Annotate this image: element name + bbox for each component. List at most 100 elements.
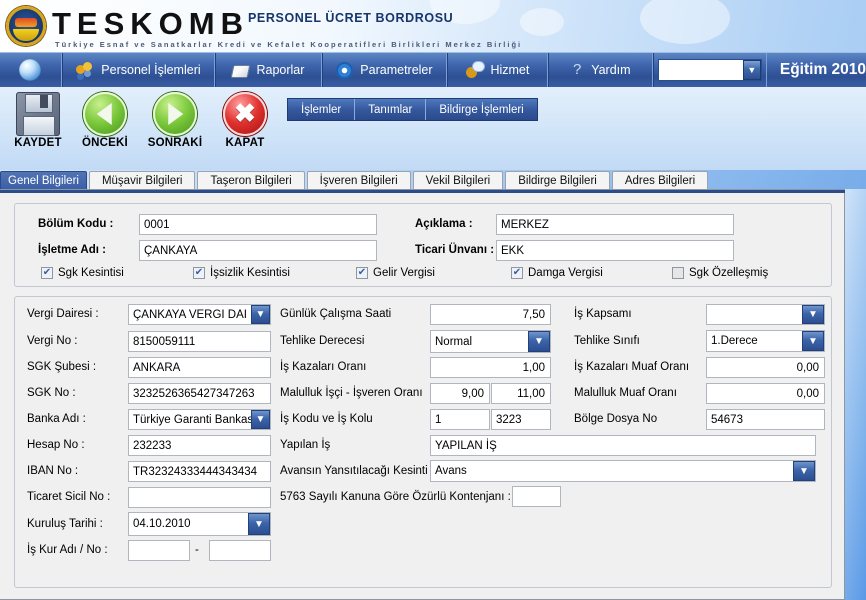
- is-kazalari-orani-input[interactable]: 1,00: [430, 357, 551, 378]
- chevron-down-icon[interactable]: ▼: [802, 331, 824, 351]
- avans-kesinti-select[interactable]: Avans ▼: [430, 460, 816, 482]
- malulluk-isveren-input[interactable]: 11,00: [491, 383, 551, 404]
- checkbox-sgk-kesintisi[interactable]: ✔ Sgk Kesintisi: [41, 267, 124, 279]
- sgk-subesi-input[interactable]: ANKARA: [128, 357, 271, 378]
- chevron-down-icon[interactable]: ▼: [742, 60, 761, 80]
- masthead: TESKOMB Türkiye Esnaf ve Sanatkarlar Kre…: [0, 0, 866, 52]
- tab-genel-bilgileri[interactable]: Genel Bilgileri: [0, 171, 87, 190]
- subtab-bildirge-islemleri[interactable]: Bildirge İşlemleri: [426, 99, 536, 120]
- tab-isveren-bilgileri[interactable]: İşveren Bilgileri: [306, 171, 411, 190]
- is-kodu-input[interactable]: 1: [430, 409, 490, 430]
- banka-adi-select[interactable]: Türkiye Garanti Bankası ▼: [128, 409, 271, 430]
- content-panel: Bölüm Kodu : 0001 İşletme Adı : ÇANKAYA …: [0, 189, 845, 600]
- sgk-no-input[interactable]: 3232526365427347263: [128, 383, 271, 404]
- is-kur-label: İş Kur Adı / No :: [27, 544, 108, 556]
- bolge-dosya-no-input[interactable]: 54673: [706, 409, 825, 430]
- banka-adi-value: Türkiye Garanti Bankası: [133, 413, 251, 426]
- tehlike-derecesi-label: Tehlike Derecesi: [280, 335, 365, 347]
- vergi-dairesi-value: ÇANKAYA VERGİ DAİ: [133, 308, 247, 321]
- tab-vekil-bilgileri[interactable]: Vekil Bilgileri: [412, 171, 504, 190]
- gunluk-calisma-saati-input[interactable]: 7,50: [430, 304, 551, 325]
- close-x-circle-icon: ✖: [223, 92, 267, 136]
- tehlike-sinifi-select[interactable]: 1.Derece ▼: [706, 330, 825, 352]
- kurulus-tarihi-datepicker[interactable]: 04.10.2010 ▼: [128, 512, 271, 536]
- isletme-adi-input[interactable]: ÇANKAYA: [139, 240, 377, 261]
- tab-bildirge-bilgileri[interactable]: Bildirge Bilgileri: [505, 171, 610, 190]
- checkbox-gelir-vergisi[interactable]: ✔ Gelir Vergisi: [356, 267, 435, 279]
- menu-item-yardim[interactable]: ? Yardım: [547, 53, 653, 87]
- ticari-unvani-input[interactable]: EKK: [496, 240, 734, 261]
- aciklama-input[interactable]: MERKEZ: [496, 214, 734, 235]
- save-button[interactable]: KAYDET: [4, 90, 72, 149]
- period-label: Eğitim 2010: [779, 61, 866, 78]
- is-kazalari-muaf-input[interactable]: 0,00: [706, 357, 825, 378]
- checkbox-sgk-ozellesmis[interactable]: Sgk Özelleşmiş: [672, 267, 768, 279]
- service-icon: [465, 61, 486, 79]
- menu-item-raporlar[interactable]: Raporlar: [214, 53, 322, 87]
- avans-kesinti-label: Avansın Yansıtılacağı Kesinti :: [280, 465, 435, 477]
- iban-no-input[interactable]: TR32324333444343434: [128, 461, 271, 482]
- menu-item-label: Parametreler: [360, 63, 433, 77]
- tehlike-sinifi-value: 1.Derece: [711, 335, 758, 347]
- subtab-islemler[interactable]: İşlemler: [288, 99, 356, 120]
- tab-adres-bilgileri[interactable]: Adres Bilgileri: [611, 171, 709, 190]
- hesap-no-input[interactable]: 232233: [128, 435, 271, 456]
- decorative-bubble: [640, 0, 730, 44]
- is-kur-separator: -: [195, 544, 199, 556]
- menu-item-home[interactable]: [0, 53, 62, 87]
- is-kur-no-input[interactable]: [209, 540, 271, 561]
- menu-item-personel-islemleri[interactable]: Personel İşlemleri: [61, 53, 215, 87]
- menu-item-label: Personel İşlemleri: [101, 63, 201, 77]
- chevron-down-icon[interactable]: ▼: [528, 331, 550, 352]
- is-kazalari-muaf-label: İş Kazaları Muaf Oranı: [574, 361, 690, 373]
- close-button[interactable]: ✖ KAPAT: [211, 90, 279, 149]
- tehlike-derecesi-select[interactable]: Normal ▼: [430, 330, 551, 353]
- ozurlu-kontenjani-input[interactable]: [512, 486, 561, 507]
- ticaret-sicil-no-input[interactable]: [128, 487, 271, 508]
- subtab-tanimlar[interactable]: Tanımlar: [355, 99, 427, 120]
- yapilan-is-input[interactable]: YAPILAN İŞ: [430, 435, 816, 456]
- bolge-dosya-no-label: Bölge Dosya No: [574, 413, 658, 425]
- previous-button[interactable]: ÖNCEKİ: [71, 90, 139, 149]
- chevron-down-icon[interactable]: ▼: [802, 305, 824, 324]
- checkbox-label: Gelir Vergisi: [373, 267, 435, 279]
- malulluk-isci-input[interactable]: 9,00: [430, 383, 490, 404]
- vergi-dairesi-select[interactable]: ÇANKAYA VERGİ DAİ ▼: [128, 304, 271, 325]
- is-kur-ad-input[interactable]: [128, 540, 190, 561]
- vergi-no-input[interactable]: 8150059111: [128, 331, 271, 352]
- chevron-down-icon[interactable]: ▼: [248, 513, 270, 535]
- kurulus-tarihi-value: 04.10.2010: [133, 518, 191, 530]
- is-kodu-kolu-label: İş Kodu ve İş Kolu: [280, 413, 373, 425]
- malulluk-muaf-label: Malulluk Muaf Oranı: [574, 387, 677, 399]
- checkbox-issizlik-kesintisi[interactable]: ✔ İşsizlik Kesintisi: [193, 267, 290, 279]
- period-select[interactable]: ▼: [657, 59, 762, 81]
- isletme-adi-label: İşletme Adı :: [38, 244, 106, 256]
- chevron-down-icon[interactable]: ▼: [251, 410, 270, 429]
- tab-taseron-bilgileri[interactable]: Taşeron Bilgileri: [197, 171, 305, 190]
- arrow-right-circle-icon: [153, 92, 197, 136]
- tab-musavir-bilgileri[interactable]: Müşavir Bilgileri: [88, 171, 196, 190]
- ticaret-sicil-no-label: Ticaret Sicil No :: [27, 491, 111, 503]
- menu-item-parametreler[interactable]: Parametreler: [321, 53, 447, 87]
- vergi-dairesi-label: Vergi Dairesi :: [27, 308, 99, 320]
- tehlike-derecesi-value: Normal: [435, 335, 473, 348]
- malulluk-muaf-input[interactable]: 0,00: [706, 383, 825, 404]
- previous-button-label: ÖNCEKİ: [82, 137, 128, 149]
- next-button[interactable]: SONRAKİ: [141, 90, 209, 149]
- is-kolu-input[interactable]: 3223: [491, 409, 551, 430]
- is-kapsami-select[interactable]: ▼: [706, 304, 825, 325]
- yapilan-is-label: Yapılan İş: [280, 439, 331, 451]
- chevron-down-icon[interactable]: ▼: [251, 305, 270, 324]
- brand-subtitle: Türkiye Esnaf ve Sanatkarlar Kredi ve Ke…: [55, 40, 523, 49]
- checkbox-label: Sgk Kesintisi: [58, 267, 124, 279]
- checkbox-damga-vergisi[interactable]: ✔ Damga Vergisi: [511, 267, 603, 279]
- menu-item-hizmet[interactable]: Hizmet: [446, 53, 548, 87]
- chevron-down-icon[interactable]: ▼: [793, 461, 815, 481]
- panel-top-border: [0, 190, 845, 193]
- gear-icon: [336, 61, 354, 79]
- teskomb-emblem-icon: [6, 6, 46, 46]
- bolum-kodu-label: Bölüm Kodu :: [38, 218, 114, 230]
- floppy-disk-icon: [16, 92, 60, 136]
- bolum-kodu-input[interactable]: 0001: [139, 214, 377, 235]
- kurulus-tarihi-label: Kuruluş Tarihi :: [27, 518, 103, 530]
